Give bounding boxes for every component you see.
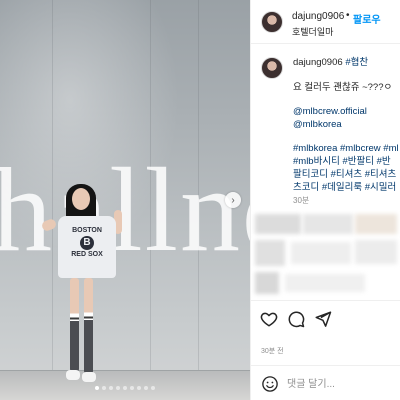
comment-input[interactable] (287, 374, 397, 394)
caption-username[interactable]: dajung0906 (293, 57, 343, 68)
carousel-dot (116, 386, 120, 390)
carousel-dots (0, 386, 250, 390)
comments-blurred (251, 210, 400, 300)
blurred-comment (255, 240, 285, 266)
dot-separator: • (346, 10, 350, 21)
send-icon[interactable] (314, 310, 332, 328)
left-arm (40, 217, 58, 233)
author-username[interactable]: dajung0906 (292, 11, 344, 22)
caption: dajung0906 #협찬 요 컬러두 괜찮쥬 ~???ㅇ @mlbcrew.… (251, 44, 400, 210)
blurred-comment (291, 242, 351, 264)
blurred-comment (255, 214, 301, 234)
hashtag-line[interactable]: 츠코디 #데일리룩 #시밀러 (293, 181, 396, 194)
right-leg (84, 278, 93, 374)
left-leg (70, 278, 79, 372)
blurred-comment (303, 214, 353, 234)
carousel-dot (95, 386, 99, 390)
blurred-comment (355, 214, 397, 234)
right-shoe (82, 372, 96, 382)
caption-first-line: dajung0906 #협찬 (293, 56, 368, 69)
tshirt-text-top: BOSTON (72, 227, 102, 234)
hashtag-line[interactable]: 팔티코디 #티셔츠 #티셔츠 (293, 168, 396, 181)
post-side-panel: dajung0906 • 팔로우 호텔더일마 dajung0906 #협찬 요 … (250, 0, 400, 400)
location-link[interactable]: 호텔더일마 (292, 25, 333, 38)
chevron-right-icon: › (231, 194, 235, 206)
comment-bar (251, 365, 400, 400)
carousel-dot (137, 386, 141, 390)
blurred-comment (355, 240, 397, 264)
hashtag-link[interactable]: #협찬 (345, 57, 368, 68)
carousel-dot (123, 386, 127, 390)
carousel-next-button[interactable]: › (225, 192, 241, 208)
carousel-dot (144, 386, 148, 390)
carousel-dot (109, 386, 113, 390)
carousel-dot (130, 386, 134, 390)
tshirt-logo: B (80, 235, 94, 250)
hashtag-line[interactable]: #mlbkorea #mlbcrew #ml (293, 142, 399, 155)
comment-icon[interactable] (287, 310, 305, 328)
carousel-dot (102, 386, 106, 390)
avatar[interactable] (261, 11, 283, 33)
tshirt-text-bottom: RED SOX (71, 250, 103, 258)
post-age: 30분 전 (261, 348, 284, 355)
post-header: dajung0906 • 팔로우 호텔더일마 (251, 0, 400, 44)
left-shoe (66, 370, 80, 380)
person-figure: BOSTON B RED SOX (40, 180, 130, 395)
face (72, 188, 90, 210)
post-actions: 30분 전 (251, 300, 400, 372)
mention-link[interactable]: @mlbkorea (293, 118, 342, 131)
follow-button[interactable]: 팔로우 (353, 11, 381, 26)
post-media[interactable]: hallnd BOSTON B RED SOX › (0, 0, 250, 400)
carousel-dot (151, 386, 155, 390)
heart-icon[interactable] (260, 310, 278, 328)
avatar[interactable] (261, 57, 283, 79)
smiley-icon[interactable] (261, 375, 279, 393)
tshirt-print: BOSTON B RED SOX (68, 227, 106, 258)
blurred-comment (285, 274, 365, 292)
caption-time: 30분 (293, 196, 310, 205)
hashtag-line[interactable]: #mlb바시티 #반팔티 #반 (293, 155, 391, 168)
caption-text: 요 컬러두 괜찮쥬 ~???ㅇ (293, 82, 393, 93)
blurred-comment (255, 272, 279, 294)
mention-link[interactable]: @mlbcrew.official (293, 105, 367, 118)
